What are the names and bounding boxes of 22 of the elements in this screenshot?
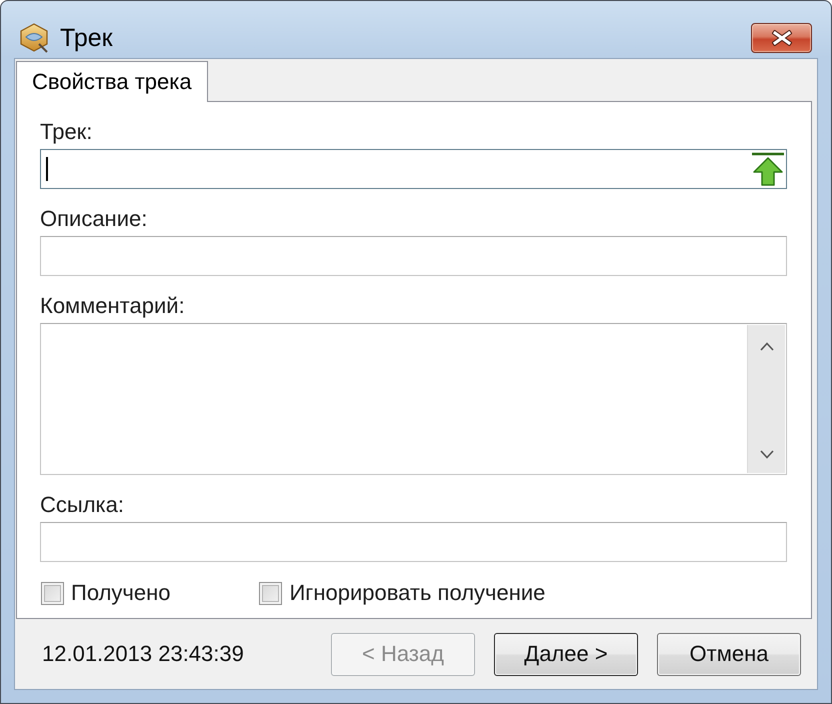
checkbox-label[interactable]: Игнорировать получение	[289, 580, 546, 606]
checkbox-label[interactable]: Получено	[71, 580, 170, 606]
timestamp: 12.01.2013 23:43:39	[42, 641, 245, 667]
window-title: Трек	[60, 24, 114, 52]
field-label: Комментарий:	[40, 294, 185, 317]
cancel-button[interactable]: Отмена	[657, 632, 801, 676]
tab[interactable]: Свойства трека	[16, 61, 208, 102]
field-label: Ссылка:	[40, 493, 124, 516]
text-field[interactable]	[40, 522, 787, 562]
text-cursor-icon	[46, 157, 48, 181]
scrollbar[interactable]	[747, 325, 785, 473]
checkbox[interactable]	[259, 582, 282, 604]
checkbox[interactable]	[41, 582, 64, 604]
field-label: Трек:	[40, 120, 92, 143]
text-field[interactable]	[40, 149, 787, 189]
close-button[interactable]	[751, 23, 812, 53]
field-label: Описание:	[40, 207, 148, 230]
text-field[interactable]	[40, 236, 787, 276]
app-icon	[19, 23, 49, 53]
arrow-to-top-icon[interactable]	[751, 152, 785, 186]
close-icon	[772, 30, 792, 46]
next-button[interactable]: Далее >	[494, 632, 638, 676]
